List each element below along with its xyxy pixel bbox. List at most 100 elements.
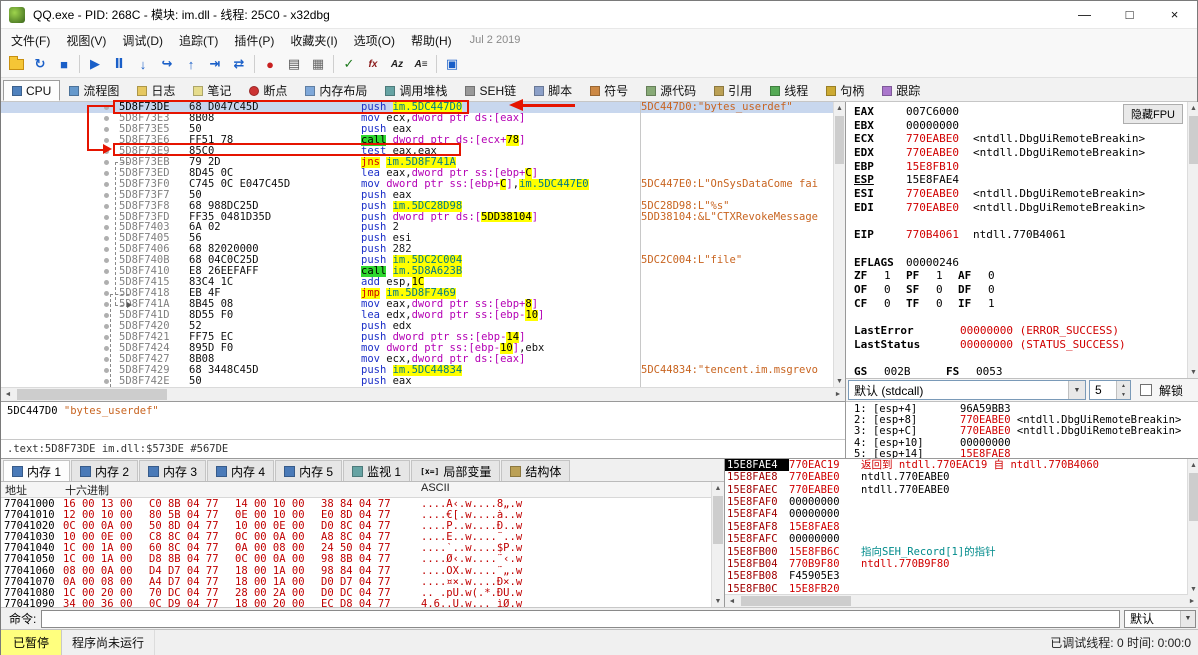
breakpoint-dot[interactable] [104, 291, 109, 297]
scroll-track[interactable] [834, 114, 845, 375]
tab-handles[interactable]: 句柄 [817, 80, 873, 101]
disasm-row[interactable]: 5D8F73F7 50 push eax [1, 189, 833, 201]
breakpoint-dot[interactable] [104, 137, 109, 143]
toolbar-step-into-button[interactable]: ↓ [131, 53, 155, 76]
breakpoint-dot[interactable] [104, 225, 109, 231]
register-row[interactable]: ESI 770EABE0 <ntdll.DbgUiRemoteBreakin> [846, 187, 1198, 201]
toolbar-step-out-button[interactable]: ↑ [179, 53, 203, 76]
scroll-right-icon[interactable]: ► [831, 388, 845, 401]
scroll-left-icon[interactable]: ◄ [1, 388, 15, 401]
tab-references[interactable]: 引用 [705, 80, 761, 101]
tab-source[interactable]: 源代码 [637, 80, 705, 101]
toolbar-check-button[interactable]: ✓ [337, 53, 361, 76]
menu-item-view[interactable]: 视图(V) [58, 30, 114, 51]
stack-row[interactable]: 15E8FAF8 15E8FAE8 [725, 521, 1187, 533]
register-row[interactable]: LastError 00000000 (ERROR_SUCCESS) [846, 324, 1198, 338]
breakpoint-dot[interactable] [104, 313, 109, 319]
stack-hscrollbar[interactable]: ◄ ► [725, 594, 1198, 607]
chevron-down-icon[interactable]: ▼ [1068, 381, 1085, 399]
stack-row[interactable]: 15E8FB0C 15E8FB20 [725, 583, 1187, 594]
scroll-up-icon[interactable]: ▲ [1188, 102, 1198, 114]
disasm-row[interactable]: 5D8F73F0 C745 0C E047C45D mov dword ptr ss… [1, 178, 833, 190]
breakpoint-dot[interactable] [104, 105, 109, 110]
chevron-down-icon[interactable]: ▼ [1180, 610, 1195, 627]
stack-row[interactable]: 15E8FB00 15E8FB6C 指向SEH_Record[1]的指针 [725, 546, 1187, 558]
breakpoint-dot[interactable] [104, 269, 109, 275]
scroll-thumb[interactable] [17, 389, 167, 400]
register-row[interactable]: EDI 770EABE0 <ntdll.DbgUiRemoteBreakin> [846, 201, 1198, 215]
scroll-track[interactable] [1188, 471, 1198, 583]
disasm-row[interactable]: 5D8F73F8 68 988DC25D push im.5DC28D98 5DC28… [1, 200, 833, 212]
toolbar-patches-button[interactable]: ▦ [306, 53, 330, 76]
scroll-down-icon[interactable]: ▼ [1188, 366, 1198, 378]
toolbar-animate-button[interactable]: ⇄ [227, 53, 251, 76]
calling-convention-select[interactable]: 默认 (stdcall) ▼ [848, 380, 1086, 400]
breakpoint-dot[interactable] [104, 378, 109, 384]
minimize-button[interactable]: — [1062, 1, 1107, 29]
scroll-thumb[interactable] [741, 596, 851, 606]
tab-cpu[interactable]: CPU [3, 80, 61, 101]
tab-call-stack[interactable]: 调用堆栈 [376, 80, 456, 101]
tab-dump1[interactable]: 内存 1 [3, 460, 71, 481]
menu-item-favourites[interactable]: 收藏夹(I) [282, 30, 345, 51]
stack-row[interactable]: 15E8FAE4 770EAC19 返回到 ntdll.770EAC19 自 ntd… [725, 459, 1187, 472]
tab-seh[interactable]: SEH链 [456, 80, 525, 101]
tab-breakpoints[interactable]: 断点 [240, 80, 296, 101]
disasm-hscrollbar[interactable]: ◄ ► [1, 387, 845, 401]
toolbar-cpu-window-button[interactable]: ▣ [440, 53, 464, 76]
dump-row[interactable]: 77041090 34 00 36 00 0C D9 04 77 18 00 20 0… [1, 598, 711, 607]
scroll-track[interactable] [15, 388, 831, 401]
stack-row[interactable]: 15E8FAFC 00000000 [725, 533, 1187, 545]
menu-item-trace[interactable]: 追踪(T) [171, 30, 226, 51]
breakpoint-dot[interactable] [104, 356, 109, 362]
stepper-down-icon[interactable]: ▼ [1117, 390, 1130, 399]
maximize-button[interactable]: □ [1107, 1, 1152, 29]
disasm-vscrollbar[interactable]: ▲ ▼ [833, 102, 845, 387]
command-profile-select[interactable]: 默认 ▼ [1124, 609, 1196, 628]
toolbar-afont-button[interactable]: A≡ [409, 53, 433, 76]
toolbar-step-over-button[interactable]: ↪ [155, 53, 179, 76]
toolbar-run-to-user-button[interactable]: ⇥ [203, 53, 227, 76]
scroll-up-icon[interactable]: ▲ [834, 102, 845, 114]
breakpoint-dot[interactable] [104, 302, 109, 308]
dump-row[interactable]: 77041060 08 00 0A 00 D4 D7 04 77 18 00 1A 0… [1, 565, 711, 577]
stepper-buttons[interactable]: ▲ ▼ [1116, 381, 1130, 399]
dump-vscrollbar[interactable]: ▲ ▼ [711, 482, 724, 607]
breakpoint-dot[interactable] [104, 126, 109, 132]
scroll-down-icon[interactable]: ▼ [712, 595, 724, 607]
breakpoint-dot[interactable] [104, 280, 109, 286]
breakpoint-dot[interactable] [104, 181, 109, 187]
register-row[interactable]: EFLAGS 00000246 [846, 256, 1198, 270]
register-row[interactable]: LastStatus 00000000 (STATUS_SUCCESS) [846, 338, 1198, 352]
scroll-track[interactable] [739, 595, 1185, 607]
toolbar-fx-button[interactable]: fx [361, 53, 385, 76]
register-row[interactable]: EDX 770EABE0 <ntdll.DbgUiRemoteBreakin> [846, 146, 1198, 160]
close-button[interactable]: × [1152, 1, 1197, 29]
tab-dump3[interactable]: 内存 3 [139, 460, 207, 481]
hide-fpu-button[interactable]: 隐藏FPU [1123, 104, 1183, 124]
scroll-thumb[interactable] [713, 496, 723, 544]
scroll-track[interactable] [1188, 114, 1198, 366]
breakpoint-dot[interactable] [104, 192, 109, 198]
toolbar-breakpoints-button[interactable]: ● [258, 53, 282, 76]
scroll-up-icon[interactable]: ▲ [712, 482, 724, 494]
toolbar-run-button[interactable]: ▶ [83, 53, 107, 76]
arg-count-stepper[interactable]: 5 ▲ ▼ [1089, 380, 1131, 400]
unlock-checkbox[interactable] [1140, 384, 1152, 396]
stack-row[interactable]: 15E8FB04 770B9F80 ntdll.770B9F80 [725, 558, 1187, 570]
toolbar-az-button[interactable]: Az [385, 53, 409, 76]
breakpoint-dot[interactable] [104, 214, 109, 220]
breakpoint-dot[interactable] [104, 236, 109, 242]
toolbar-restart-button[interactable]: ↻ [28, 53, 52, 76]
tab-notes[interactable]: 笔记 [184, 80, 240, 101]
breakpoint-dot[interactable] [104, 247, 109, 253]
tab-threads[interactable]: 线程 [761, 80, 817, 101]
tab-trace[interactable]: 跟踪 [873, 80, 929, 101]
breakpoint-dot[interactable] [104, 367, 109, 373]
scroll-thumb[interactable] [835, 116, 844, 164]
scroll-down-icon[interactable]: ▼ [834, 375, 845, 387]
breakpoint-dot[interactable] [104, 148, 109, 154]
toolbar-open-button[interactable] [4, 53, 28, 76]
menu-item-options[interactable]: 选项(O) [346, 30, 403, 51]
menu-item-debug[interactable]: 调试(D) [114, 30, 171, 51]
